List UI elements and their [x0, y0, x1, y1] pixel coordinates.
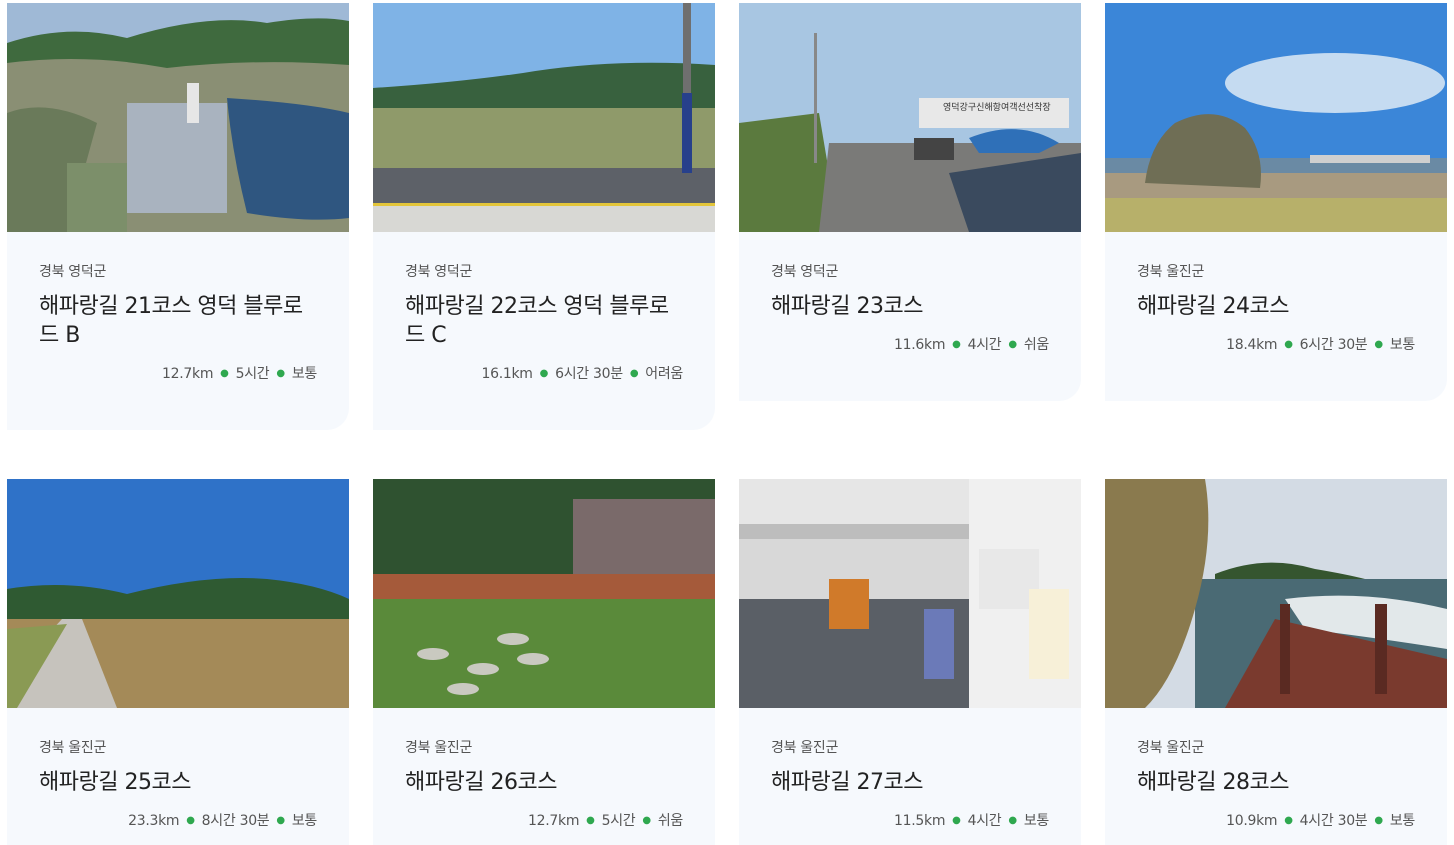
course-duration: 4시간 — [967, 337, 1002, 353]
dot-separator: ● — [952, 339, 961, 350]
course-card[interactable]: 경북 울진군 해파랑길 28코스 10.9km ● 4시간 30분 ● 보통 — [1105, 479, 1447, 845]
course-distance: 16.1km — [481, 366, 533, 382]
course-duration: 4시간 — [967, 813, 1002, 829]
course-duration: 6시간 30분 — [1299, 337, 1368, 353]
course-distance: 18.4km — [1226, 337, 1278, 353]
course-photo — [373, 479, 715, 708]
course-photo — [1105, 479, 1447, 708]
course-photo — [7, 479, 349, 708]
course-meta: 18.4km ● 6시간 30분 ● 보통 — [1226, 334, 1415, 354]
course-region: 경북 영덕군 — [405, 264, 473, 280]
course-distance: 11.6km — [894, 337, 946, 353]
course-title[interactable]: 해파랑길 21코스 영덕 블루로드 B — [39, 292, 319, 350]
course-region: 경북 울진군 — [405, 740, 473, 756]
dot-separator: ● — [1284, 815, 1293, 826]
course-duration: 5시간 — [235, 366, 270, 382]
course-distance: 12.7km — [162, 366, 214, 382]
course-title[interactable]: 해파랑길 26코스 — [405, 768, 685, 797]
course-duration: 5시간 — [601, 813, 636, 829]
course-title[interactable]: 해파랑길 28코스 — [1137, 768, 1417, 797]
course-region: 경북 울진군 — [1137, 264, 1205, 280]
course-duration: 6시간 30분 — [555, 366, 623, 382]
course-meta: 12.7km ● 5시간 ● 보통 — [162, 363, 317, 383]
course-distance: 23.3km — [128, 813, 180, 829]
course-meta: 11.5km ● 4시간 ● 보통 — [894, 810, 1049, 830]
course-meta: 16.1km ● 6시간 30분 ● 어려움 — [481, 363, 684, 383]
course-duration: 8시간 30분 — [201, 813, 270, 829]
course-title[interactable]: 해파랑길 23코스 — [771, 292, 1051, 321]
course-region: 경북 울진군 — [771, 740, 839, 756]
course-title[interactable]: 해파랑길 22코스 영덕 블루로드 C — [405, 292, 685, 350]
course-region: 경북 영덕군 — [771, 264, 839, 280]
dot-separator: ● — [276, 815, 285, 826]
course-meta: 23.3km ● 8시간 30분 ● 보통 — [128, 810, 317, 830]
dot-separator: ● — [1374, 339, 1383, 350]
course-photo — [7, 3, 349, 232]
dot-separator: ● — [642, 815, 651, 826]
dot-separator: ● — [1374, 815, 1383, 826]
dot-separator: ● — [186, 815, 195, 826]
course-card[interactable]: 경북 울진군 해파랑길 25코스 23.3km ● 8시간 30분 ● 보통 — [7, 479, 349, 845]
course-region: 경북 영덕군 — [39, 264, 107, 280]
course-card[interactable]: 경북 울진군 해파랑길 26코스 12.7km ● 5시간 ● 쉬움 — [373, 479, 715, 845]
dot-separator: ● — [1008, 339, 1017, 350]
course-distance: 12.7km — [528, 813, 580, 829]
course-photo: 영덕강구신해항여객선선착장 — [739, 3, 1081, 232]
course-difficulty: 쉬움 — [1023, 337, 1049, 353]
dot-separator: ● — [1008, 815, 1017, 826]
course-photo — [1105, 3, 1447, 232]
course-meta: 12.7km ● 5시간 ● 쉬움 — [528, 810, 683, 830]
course-card[interactable]: 경북 울진군 해파랑길 24코스 18.4km ● 6시간 30분 ● 보통 — [1105, 3, 1447, 401]
course-difficulty: 보통 — [291, 366, 317, 382]
course-title[interactable]: 해파랑길 27코스 — [771, 768, 1051, 797]
course-difficulty: 보통 — [1023, 813, 1049, 829]
course-card[interactable]: 경북 영덕군 해파랑길 22코스 영덕 블루로드 C 16.1km ● 6시간 30… — [373, 3, 715, 430]
dot-separator: ● — [586, 815, 595, 826]
course-distance: 10.9km — [1226, 813, 1278, 829]
dot-separator: ● — [629, 368, 639, 379]
course-card[interactable]: 영덕강구신해항여객선선착장 경북 영덕군 해파랑길 23코스 11.6km ● 4시… — [739, 3, 1081, 401]
course-meta: 11.6km ● 4시간 ● 쉬움 — [894, 334, 1049, 354]
course-title[interactable]: 해파랑길 25코스 — [39, 768, 319, 797]
photo-sign-text: 영덕강구신해항여객선선착장 — [943, 101, 1051, 113]
dot-separator: ● — [220, 368, 229, 379]
course-photo — [373, 3, 715, 232]
dot-separator: ● — [276, 368, 285, 379]
course-region: 경북 울진군 — [1137, 740, 1205, 756]
course-photo — [739, 479, 1081, 708]
course-difficulty: 어려움 — [645, 366, 683, 382]
course-difficulty: 보통 — [291, 813, 317, 829]
course-duration: 4시간 30분 — [1299, 813, 1368, 829]
course-distance: 11.5km — [894, 813, 946, 829]
course-meta: 10.9km ● 4시간 30분 ● 보통 — [1226, 810, 1415, 830]
dot-separator: ● — [952, 815, 961, 826]
course-difficulty: 보통 — [1389, 813, 1415, 829]
course-difficulty: 쉬움 — [657, 813, 683, 829]
course-card[interactable]: 경북 울진군 해파랑길 27코스 11.5km ● 4시간 ● 보통 — [739, 479, 1081, 845]
course-card[interactable]: 경북 영덕군 해파랑길 21코스 영덕 블루로드 B 12.7km ● 5시간 ● 보통 — [7, 3, 349, 430]
dot-separator: ● — [1284, 339, 1293, 350]
dot-separator: ● — [539, 368, 549, 379]
course-title[interactable]: 해파랑길 24코스 — [1137, 292, 1417, 321]
course-region: 경북 울진군 — [39, 740, 107, 756]
course-difficulty: 보통 — [1389, 337, 1415, 353]
